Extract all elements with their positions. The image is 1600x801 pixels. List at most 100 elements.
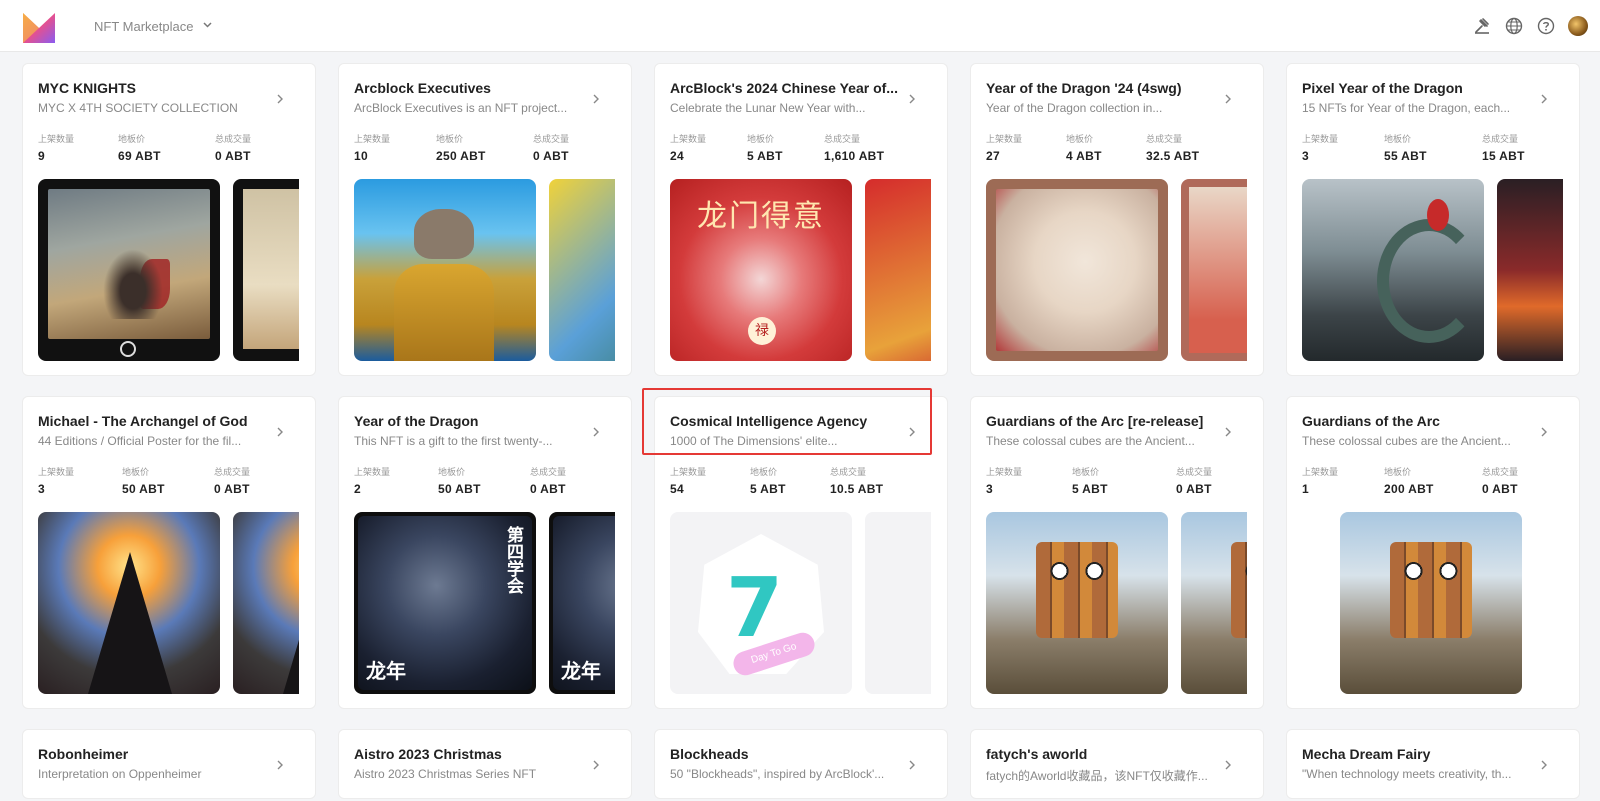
nft-image[interactable] — [986, 179, 1168, 361]
nft-image[interactable] — [354, 179, 536, 361]
stat-listed: 3 — [38, 482, 45, 496]
collection-card[interactable]: Arcblock Executives ArcBlock Executives … — [338, 63, 632, 376]
stat-label-listed: 上架数量 — [986, 134, 1023, 144]
chevron-right-icon[interactable] — [589, 425, 603, 439]
stat-listed: 27 — [986, 149, 1000, 163]
collection-description: This NFT is a gift to the first twenty-.… — [354, 434, 553, 448]
nft-thumbnails: 龙门得意 禄 — [670, 179, 931, 361]
nft-image[interactable] — [865, 179, 931, 361]
stat-label-volume: 总成交量 — [1146, 134, 1183, 144]
stat-label-listed: 上架数量 — [38, 467, 75, 477]
collection-card[interactable]: fatych's aworld fatych的Aworld收藏品，该NFT仅收藏… — [970, 729, 1264, 799]
chevron-down-icon — [203, 20, 212, 31]
stat-label-volume: 总成交量 — [533, 134, 570, 144]
stat-floor: 250 ABT — [436, 149, 486, 163]
nft-image[interactable] — [1340, 512, 1522, 694]
nft-thumbnails — [38, 512, 299, 694]
chevron-right-icon[interactable] — [273, 758, 287, 772]
chevron-right-icon[interactable] — [905, 425, 919, 439]
stat-floor: 5 ABT — [750, 482, 786, 496]
chevron-right-icon[interactable] — [905, 758, 919, 772]
collection-stats: 上架数量 9 地板价 69 ABT 总成交量 0 ABT — [38, 132, 301, 166]
chevron-right-icon[interactable] — [273, 425, 287, 439]
collection-card[interactable]: MYC KNIGHTS MYC X 4TH SOCIETY COLLECTION… — [22, 63, 316, 376]
nft-image[interactable]: 龙年 第四学会 — [354, 512, 536, 694]
chevron-right-icon[interactable] — [589, 758, 603, 772]
stat-volume: 10.5 ABT — [830, 482, 884, 496]
collection-card[interactable]: Guardians of the Arc [re-release] These … — [970, 396, 1264, 709]
artwork-text: 龙年 — [561, 661, 601, 683]
globe-icon[interactable] — [1504, 16, 1524, 36]
nft-image[interactable] — [1497, 179, 1563, 361]
chevron-right-icon[interactable] — [589, 92, 603, 106]
chevron-right-icon[interactable] — [1221, 758, 1235, 772]
collection-card[interactable]: Mecha Dream Fairy "When technology meets… — [1286, 729, 1580, 799]
nft-image[interactable] — [986, 512, 1168, 694]
collection-card[interactable]: Blockheads 50 "Blockheads", inspired by … — [654, 729, 948, 799]
nft-image[interactable] — [1181, 179, 1247, 361]
collection-card[interactable]: Robonheimer Interpretation on Oppenheime… — [22, 729, 316, 799]
nft-image[interactable] — [38, 512, 220, 694]
nft-image[interactable] — [1302, 179, 1484, 361]
collection-title: Aistro 2023 Christmas — [354, 746, 502, 762]
stat-label-volume: 总成交量 — [830, 467, 867, 477]
stat-floor: 5 ABT — [1072, 482, 1108, 496]
chevron-right-icon[interactable] — [1221, 92, 1235, 106]
top-actions — [1472, 16, 1588, 36]
collection-card[interactable]: Year of the Dragon '24 (4swg) Year of th… — [970, 63, 1264, 376]
stat-label-volume: 总成交量 — [215, 134, 252, 144]
stat-floor: 200 ABT — [1384, 482, 1434, 496]
stat-label-volume: 总成交量 — [1482, 134, 1519, 144]
nft-image[interactable] — [549, 179, 615, 361]
stat-listed: 9 — [38, 149, 45, 163]
collection-title: Michael - The Archangel of God — [38, 413, 248, 429]
nft-image[interactable]: 龙年 — [549, 512, 615, 694]
collection-card[interactable]: Cosmical Intelligence Agency 1000 of The… — [654, 396, 948, 709]
app-switcher[interactable]: NFT Marketplace — [94, 19, 212, 34]
nft-thumbnails — [354, 179, 615, 361]
collection-card[interactable]: Aistro 2023 Christmas Aistro 2023 Christ… — [338, 729, 632, 799]
collection-title: Pixel Year of the Dragon — [1302, 80, 1463, 96]
nft-thumbnails — [986, 179, 1247, 361]
nft-image[interactable] — [233, 512, 299, 694]
nft-thumbnails — [986, 512, 1247, 694]
collection-stats: 上架数量 1 地板价 200 ABT 总成交量 0 ABT — [1302, 465, 1565, 499]
collection-card[interactable]: Pixel Year of the Dragon 15 NFTs for Yea… — [1286, 63, 1580, 376]
nft-image[interactable]: 7 Day To Go — [670, 512, 852, 694]
nft-thumbnails: 龙年 第四学会 龙年 — [354, 512, 615, 694]
collection-card[interactable]: Year of the Dragon This NFT is a gift to… — [338, 396, 632, 709]
avatar[interactable] — [1568, 16, 1588, 36]
artwork-vertical-text: 第四学会 — [504, 526, 523, 594]
stat-volume: 0 ABT — [1176, 482, 1212, 496]
nft-image[interactable]: 龙门得意 禄 — [670, 179, 852, 361]
collection-card[interactable]: Michael - The Archangel of God 44 Editio… — [22, 396, 316, 709]
collection-title: Arcblock Executives — [354, 80, 491, 96]
stat-label-floor: 地板价 — [1066, 134, 1094, 144]
help-icon[interactable] — [1536, 16, 1556, 36]
collection-title: Guardians of the Arc [re-release] — [986, 413, 1204, 429]
nft-image[interactable] — [38, 179, 220, 361]
stat-label-volume: 总成交量 — [1482, 467, 1519, 477]
collection-grid: MYC KNIGHTS MYC X 4TH SOCIETY COLLECTION… — [22, 63, 1587, 799]
collection-stats: 上架数量 3 地板价 50 ABT 总成交量 0 ABT — [38, 465, 301, 499]
nft-image[interactable] — [865, 512, 931, 694]
gavel-icon[interactable] — [1472, 16, 1492, 36]
chevron-right-icon[interactable] — [1221, 425, 1235, 439]
stat-volume: 0 ABT — [215, 149, 251, 163]
chevron-right-icon[interactable] — [1537, 425, 1551, 439]
collection-card[interactable]: Guardians of the Arc These colossal cube… — [1286, 396, 1580, 709]
collection-description: Interpretation on Oppenheimer — [38, 767, 202, 781]
chevron-right-icon[interactable] — [273, 92, 287, 106]
chevron-right-icon[interactable] — [1537, 758, 1551, 772]
collection-stats: 上架数量 10 地板价 250 ABT 总成交量 0 ABT — [354, 132, 617, 166]
stat-volume: 0 ABT — [214, 482, 250, 496]
app-logo[interactable] — [22, 12, 56, 44]
stat-floor: 5 ABT — [747, 149, 783, 163]
chevron-right-icon[interactable] — [905, 92, 919, 106]
collection-description: 15 NFTs for Year of the Dragon, each... — [1302, 101, 1511, 115]
chevron-right-icon[interactable] — [1537, 92, 1551, 106]
stat-volume: 32.5 ABT — [1146, 149, 1200, 163]
nft-image[interactable] — [233, 179, 299, 361]
collection-card[interactable]: ArcBlock's 2024 Chinese Year of... Celeb… — [654, 63, 948, 376]
nft-image[interactable] — [1181, 512, 1247, 694]
